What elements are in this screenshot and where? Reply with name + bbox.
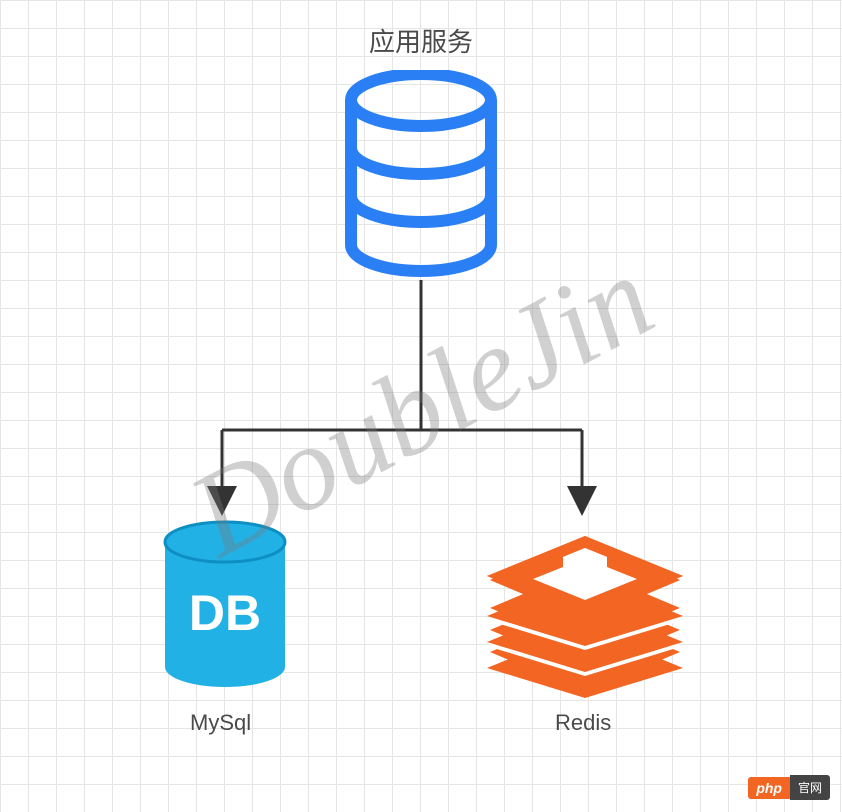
source-badge: php 官网 [748,775,830,800]
badge-left: php [748,777,790,799]
redis-icon [475,530,695,705]
badge-right: 官网 [790,775,830,800]
diagram-title: 应用服务 [369,22,473,59]
mysql-db-icon: DB [160,520,290,695]
redis-label: Redis [555,710,611,736]
mysql-db-text: DB [189,585,261,641]
app-service-db-icon [341,70,501,285]
mysql-label: MySql [190,710,251,736]
